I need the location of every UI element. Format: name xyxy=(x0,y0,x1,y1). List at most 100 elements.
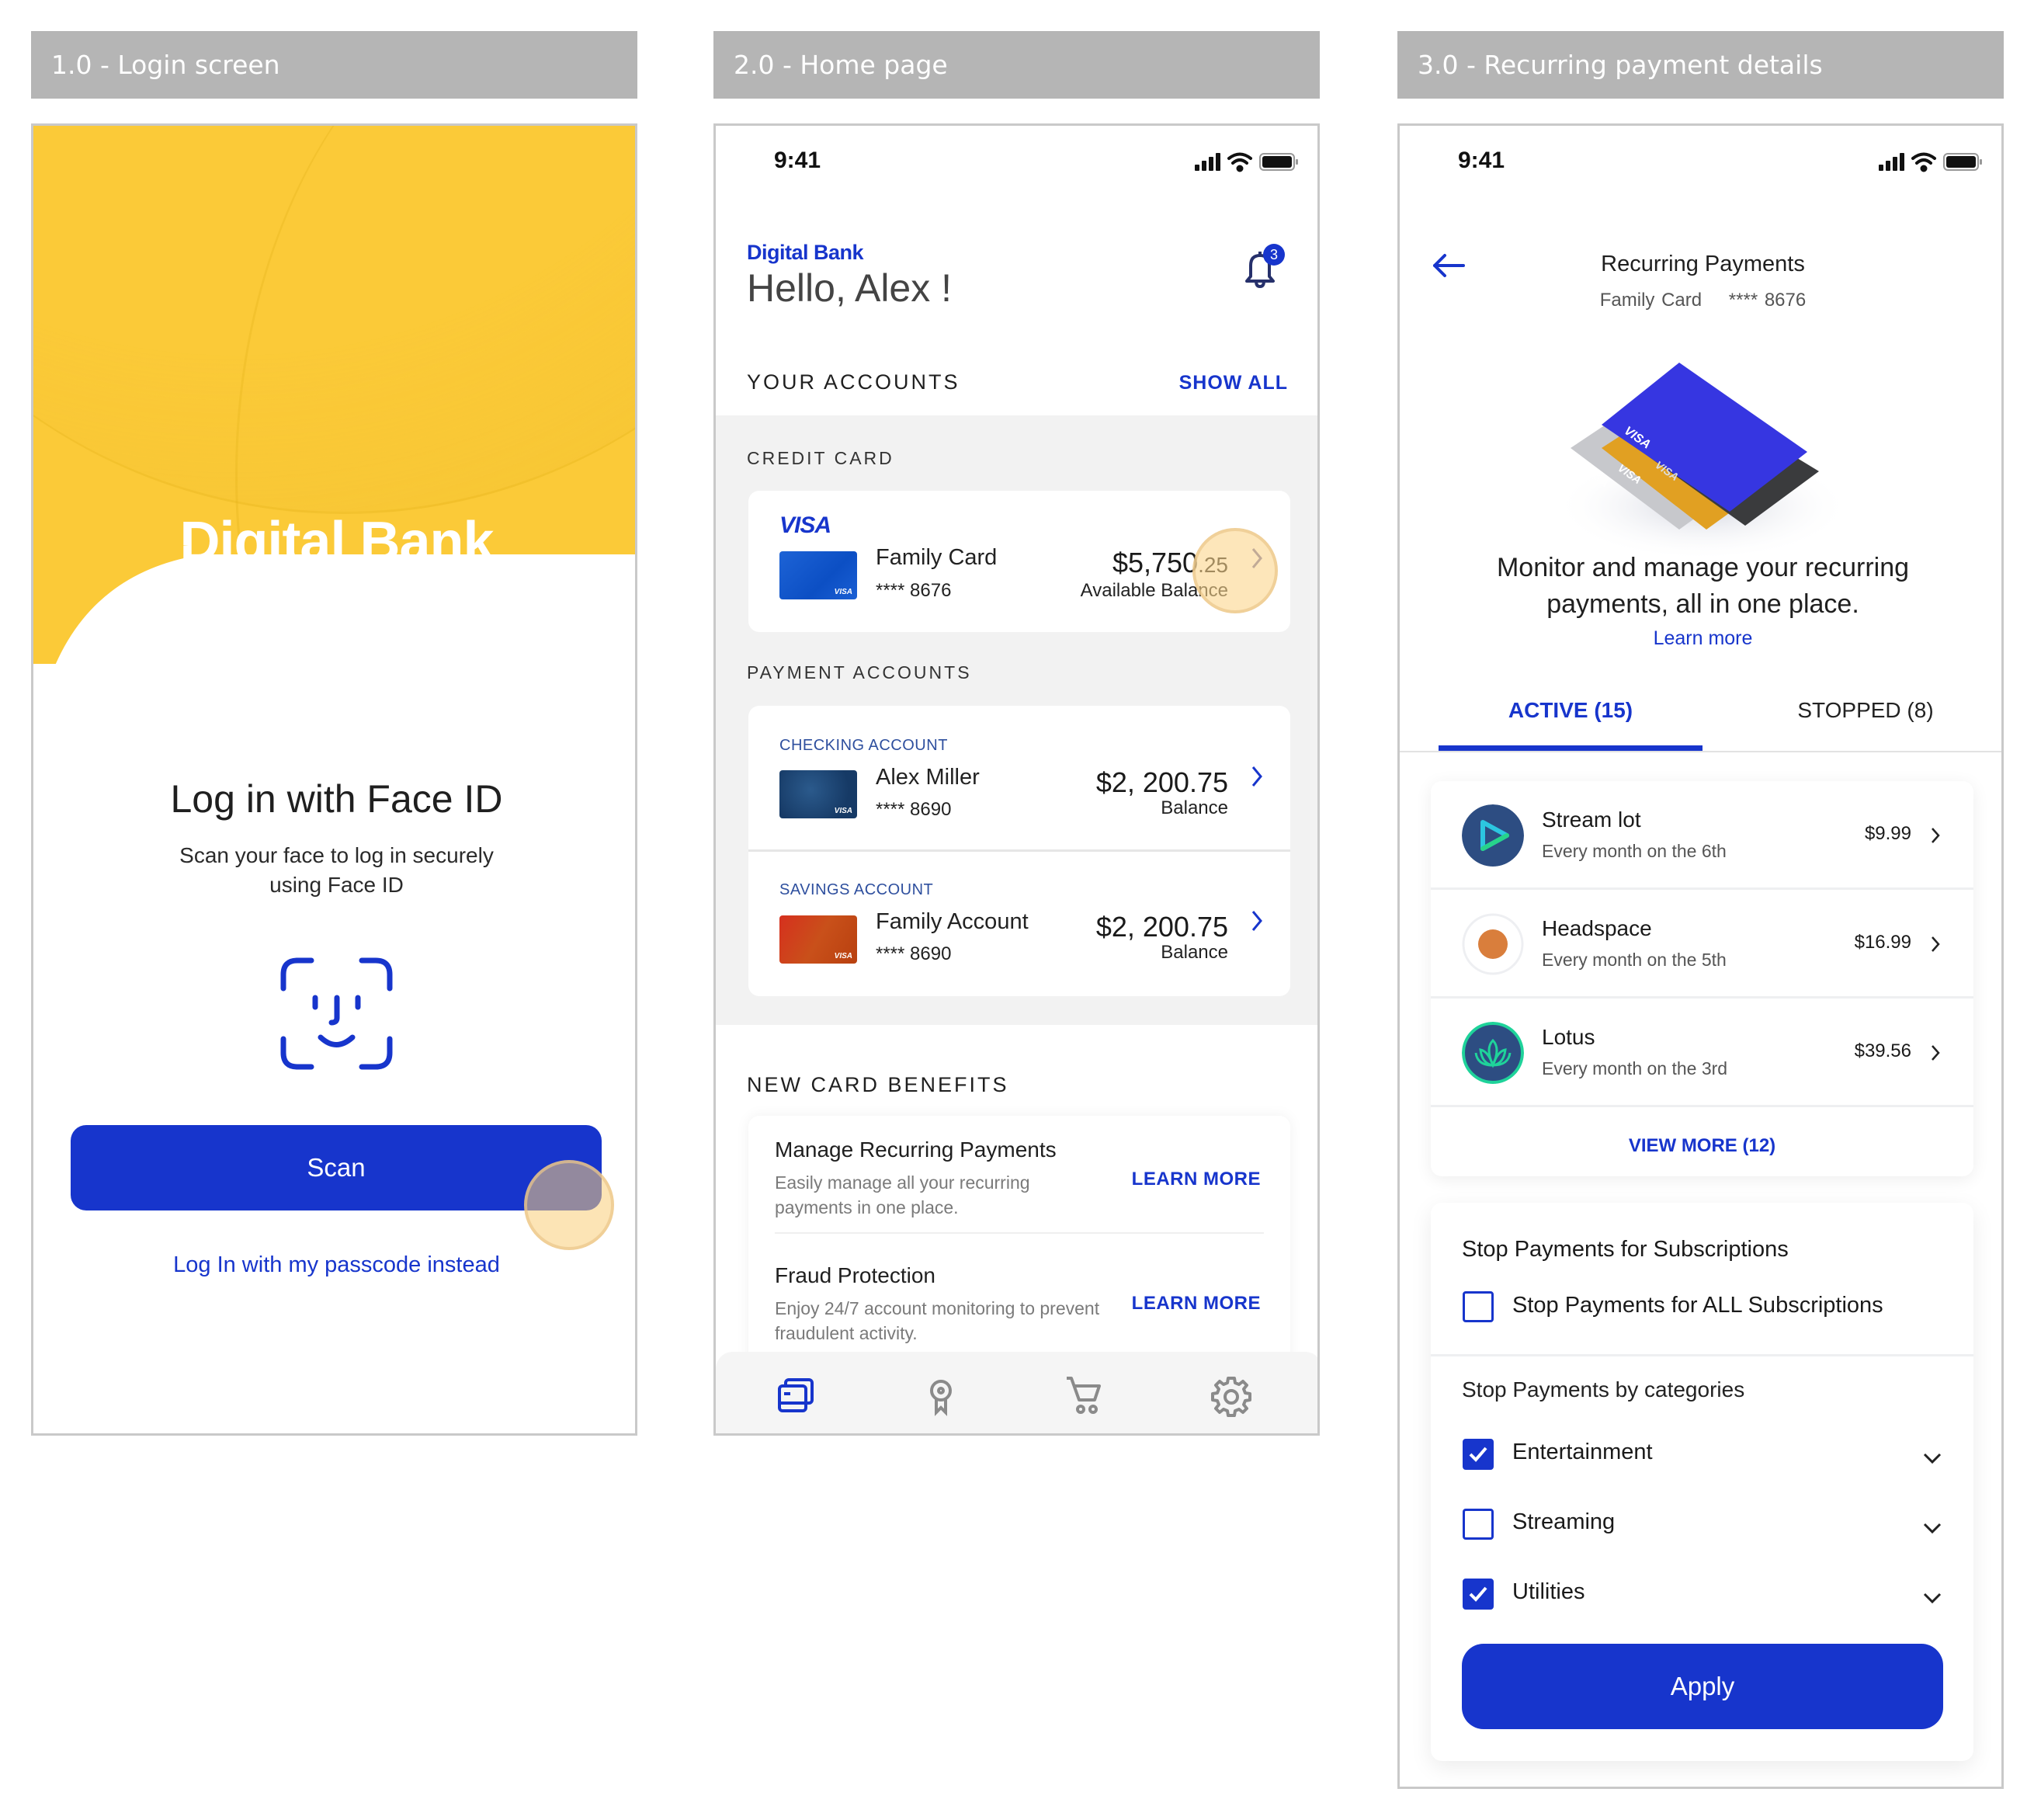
tab-stopped[interactable]: STOPPED (8) xyxy=(1734,698,1998,723)
checkmark-icon xyxy=(1469,1447,1487,1462)
settings-icon[interactable] xyxy=(1210,1375,1253,1419)
subscription-item[interactable]: Lotus Every month on the 3rd $39.56 xyxy=(1431,999,1973,1107)
card-name: Family Card xyxy=(876,545,998,570)
benefit-description: Easily manage all your recurring payment… xyxy=(775,1172,1030,1217)
status-icons xyxy=(1879,152,1982,172)
chevron-right-icon xyxy=(1932,936,1940,952)
visa-logo: VISA xyxy=(779,512,831,538)
benefit-title: Manage Recurring Payments xyxy=(775,1138,1057,1162)
divider xyxy=(1431,1354,1973,1356)
login-screen: Digital Bank Log in with Face ID Scan yo… xyxy=(31,123,637,1436)
cards-illustration: VISA VISA VISA VISA xyxy=(1555,363,1850,557)
account-item-savings[interactable]: SAVINGS ACCOUNT VISA Family Account ****… xyxy=(748,852,1290,996)
chevron-down-icon[interactable] xyxy=(1922,1592,1942,1604)
streaming-checkbox[interactable] xyxy=(1463,1509,1494,1540)
orange-dot-icon xyxy=(1462,913,1524,975)
chevron-right-icon xyxy=(1251,911,1262,931)
panel-header-login: 1.0 - Login screen xyxy=(31,31,637,99)
signal-icon xyxy=(1879,153,1904,171)
account-name: Alex Miller xyxy=(876,765,980,790)
account-name: Family Account xyxy=(876,909,1029,934)
card-number: **** 8676 xyxy=(876,580,952,601)
entertainment-checkbox[interactable] xyxy=(1463,1439,1494,1470)
learn-more-link[interactable]: Learn more xyxy=(1400,627,2001,650)
banner-curve xyxy=(33,545,635,747)
credit-card-item[interactable]: VISA VISA Family Card **** 8676 $5,750.2… xyxy=(748,491,1290,632)
card-number: **** 8676 xyxy=(1728,290,1807,311)
cards-icon[interactable] xyxy=(775,1375,818,1419)
subscriptions-list: Stream lot Every month on the 6th $9.99 … xyxy=(1431,781,1973,1176)
tap-indicator xyxy=(524,1160,614,1250)
apply-button[interactable]: Apply xyxy=(1462,1644,1943,1729)
categories-title: Stop Payments by categories xyxy=(1462,1377,1745,1401)
lotus-icon xyxy=(1462,1022,1524,1084)
scan-button[interactable]: Scan xyxy=(71,1125,602,1210)
card-thumbnail: VISA xyxy=(779,770,857,818)
subscription-item[interactable]: Stream lot Every month on the 6th $9.99 xyxy=(1431,781,1973,890)
stop-payments-panel: Stop Payments for Subscriptions Stop Pay… xyxy=(1431,1203,1973,1761)
status-time: 9:41 xyxy=(1458,148,1505,173)
category-label: Streaming xyxy=(1512,1509,1616,1534)
accounts-section: CREDIT CARD VISA VISA Family Card **** 8… xyxy=(716,415,1317,1025)
tab-active[interactable]: ACTIVE (15) xyxy=(1439,698,1703,723)
divider xyxy=(1400,751,2001,752)
login-subtitle: Scan your face to log in securely xyxy=(179,843,494,867)
face-id-icon xyxy=(280,957,393,1070)
utilities-checkbox[interactable] xyxy=(1463,1579,1494,1610)
passcode-link[interactable]: Log In with my passcode instead xyxy=(33,1252,635,1278)
home-screen: 9:41 Digital Bank Hello, Alex ! 3 YOUR A… xyxy=(713,123,1320,1436)
recurring-payments-screen: 9:41 Recurring Payments Family Card ****… xyxy=(1397,123,2004,1789)
battery-icon xyxy=(1943,153,1982,171)
subscription-price: $9.99 xyxy=(1864,823,1911,844)
greeting: Hello, Alex ! xyxy=(747,266,953,310)
subscription-price: $16.99 xyxy=(1854,932,1911,953)
category-label: Utilities xyxy=(1512,1579,1585,1604)
payment-accounts-title: PAYMENT ACCOUNTS xyxy=(747,662,972,682)
subscription-price: $39.56 xyxy=(1854,1040,1911,1061)
chevron-right-icon xyxy=(1251,766,1262,787)
chevron-right-icon xyxy=(1932,828,1940,843)
benefit-description: Enjoy 24/7 account monitoring to prevent… xyxy=(775,1298,1100,1343)
benefits-title: NEW CARD BENEFITS xyxy=(747,1073,1009,1096)
chevron-down-icon[interactable] xyxy=(1922,1522,1942,1534)
learn-more-link[interactable]: LEARN MORE xyxy=(1132,1293,1261,1315)
subscription-item[interactable]: Headspace Every month on the 5th $16.99 xyxy=(1431,890,1973,999)
stop-all-checkbox[interactable] xyxy=(1463,1291,1494,1322)
tab-indicator xyxy=(1439,745,1703,751)
stop-all-label: Stop Payments for ALL Subscriptions xyxy=(1512,1293,1883,1318)
card-info: Family Card **** 8676 xyxy=(1400,290,2001,311)
wifi-icon xyxy=(1227,152,1252,172)
accounts-title: YOUR ACCOUNTS xyxy=(747,370,960,394)
panel-header-recurring: 3.0 - Recurring payment details xyxy=(1397,31,2004,99)
card-thumbnail: VISA xyxy=(779,915,857,964)
payment-accounts-list: CHECKING ACCOUNT VISA Alex Miller **** 8… xyxy=(748,706,1290,996)
cart-icon[interactable] xyxy=(1064,1375,1107,1419)
account-balance: $2, 200.75 xyxy=(1095,911,1228,943)
credit-card-section-title: CREDIT CARD xyxy=(747,448,894,468)
brand-logo: Digital Bank xyxy=(747,241,864,264)
show-all-link[interactable]: SHOW ALL xyxy=(1179,372,1288,394)
account-number: **** 8690 xyxy=(876,943,952,964)
view-more-link[interactable]: VIEW MORE (12) xyxy=(1431,1135,1973,1157)
account-item-checking[interactable]: CHECKING ACCOUNT VISA Alex Miller **** 8… xyxy=(748,706,1290,849)
subscription-name: Lotus xyxy=(1542,1025,1595,1049)
subscription-name: Stream lot xyxy=(1542,808,1641,832)
subscription-schedule: Every month on the 3rd xyxy=(1542,1058,1728,1078)
account-balance-label: Balance xyxy=(1161,797,1228,818)
tagline: payments, all in one place. xyxy=(1546,589,1859,619)
status-icons xyxy=(1195,152,1298,172)
account-balance-label: Balance xyxy=(1161,942,1228,963)
rewards-icon[interactable] xyxy=(919,1375,963,1419)
divider xyxy=(775,1232,1264,1234)
chevron-down-icon[interactable] xyxy=(1922,1452,1942,1464)
stop-payments-title: Stop Payments for Subscriptions xyxy=(1462,1237,1789,1262)
account-type: CHECKING ACCOUNT xyxy=(779,737,948,754)
bottom-navigation xyxy=(716,1352,1317,1433)
benefit-title: Fraud Protection xyxy=(775,1263,935,1287)
login-title: Log in with Face ID xyxy=(170,777,503,821)
notification-badge: 3 xyxy=(1263,244,1285,266)
learn-more-link[interactable]: LEARN MORE xyxy=(1132,1169,1261,1190)
tap-indicator xyxy=(1192,528,1278,613)
wifi-icon xyxy=(1911,152,1936,172)
subscription-schedule: Every month on the 6th xyxy=(1542,841,1727,861)
